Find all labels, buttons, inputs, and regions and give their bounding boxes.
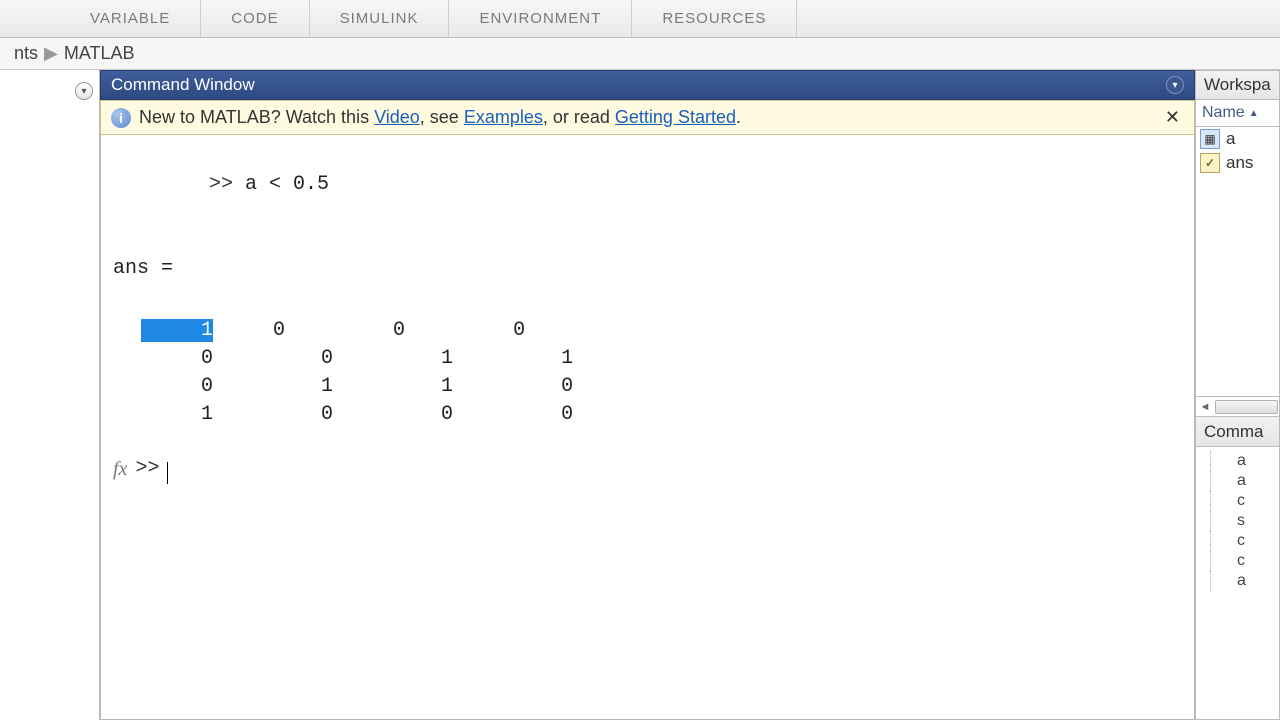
current-folder-panel: ▾ (0, 70, 100, 720)
horizontal-scrollbar[interactable]: ◄ (1195, 397, 1280, 417)
matrix-row: 1 0 0 0 (141, 317, 1182, 345)
ribbon-group-simulink[interactable]: SIMULINK (310, 0, 450, 37)
link-getting-started[interactable]: Getting Started (615, 107, 736, 127)
variable-name: a (1226, 129, 1235, 149)
ribbon-toolbar: VARIABLE CODE SIMULINK ENVIRONMENT RESOU… (0, 0, 1280, 38)
workspace-title: Workspa (1195, 70, 1280, 100)
workspace-list: ▦a✓ans (1195, 127, 1280, 397)
matrix-row: 0 1 1 0 (141, 373, 1182, 401)
command-history-title: Comma (1195, 417, 1280, 447)
breadcrumb-item[interactable]: nts (14, 43, 38, 64)
breadcrumb-item[interactable]: MATLAB (64, 43, 135, 64)
workspace-column-header[interactable]: Name ▲ (1195, 100, 1280, 127)
history-item[interactable]: a (1210, 571, 1277, 591)
command-window-body[interactable]: >> a < 0.5 ans = 1 0 0 0 0 0 1 1 0 1 1 0… (100, 135, 1195, 720)
history-item[interactable]: a (1210, 471, 1277, 491)
variable-name: ans (1226, 153, 1253, 173)
selected-cell[interactable]: 1 (141, 319, 213, 342)
scroll-thumb[interactable] (1215, 400, 1278, 414)
command-history-list: aacscca (1195, 447, 1280, 720)
command-window-title: Command Window (111, 75, 255, 95)
history-item[interactable]: a (1210, 451, 1277, 471)
history-item[interactable]: c (1210, 491, 1277, 511)
sort-ascending-icon: ▲ (1249, 108, 1259, 119)
ribbon-group-resources[interactable]: RESOURCES (632, 0, 797, 37)
workspace-variable[interactable]: ▦a (1196, 127, 1279, 151)
command-window-panel: Command Window ▾ i New to MATLAB? Watch … (100, 70, 1195, 720)
link-examples[interactable]: Examples (464, 107, 543, 127)
prompt: >> (135, 455, 159, 483)
main-area: ▾ Command Window ▾ i New to MATLAB? Watc… (0, 70, 1280, 720)
address-bar[interactable]: nts ▶ MATLAB (0, 38, 1280, 70)
panel-menu-icon[interactable]: ▾ (75, 82, 93, 100)
command-window-titlebar: Command Window ▾ (100, 70, 1195, 100)
panel-menu-icon[interactable]: ▾ (1166, 76, 1184, 94)
matrix-row: 0 0 1 1 (141, 345, 1182, 373)
ribbon-group-variable[interactable]: VARIABLE (0, 0, 201, 37)
matrix-row: 1 0 0 0 (141, 401, 1182, 429)
command-input-text: a < 0.5 (245, 173, 329, 196)
ribbon-group-environment[interactable]: ENVIRONMENT (449, 0, 632, 37)
link-video[interactable]: Video (374, 107, 420, 127)
breadcrumb-separator-icon: ▶ (44, 43, 58, 64)
info-icon: i (111, 108, 131, 128)
right-panels: Workspa Name ▲ ▦a✓ans ◄ Comma aacscca (1195, 70, 1280, 720)
workspace-variable[interactable]: ✓ ans (1196, 151, 1279, 175)
ans-label: ans = (113, 255, 1182, 283)
info-text: New to MATLAB? Watch this Video, see Exa… (139, 107, 741, 128)
ribbon-group-code[interactable]: CODE (201, 0, 309, 37)
history-item[interactable]: s (1210, 511, 1277, 531)
ans-matrix[interactable]: 1 0 0 0 0 0 1 1 0 1 1 0 1 0 0 0 (141, 317, 1182, 429)
info-banner: i New to MATLAB? Watch this Video, see E… (100, 100, 1195, 135)
scroll-left-icon[interactable]: ◄ (1196, 397, 1214, 416)
matrix-var-icon: ▦ (1200, 129, 1220, 149)
history-item[interactable]: c (1210, 531, 1277, 551)
history-item[interactable]: c (1210, 551, 1277, 571)
prompt: >> (209, 173, 233, 196)
logical-var-icon: ✓ (1200, 153, 1220, 173)
text-cursor (167, 462, 168, 484)
close-icon[interactable]: ✕ (1161, 107, 1184, 128)
fx-icon[interactable]: fx (113, 455, 127, 483)
